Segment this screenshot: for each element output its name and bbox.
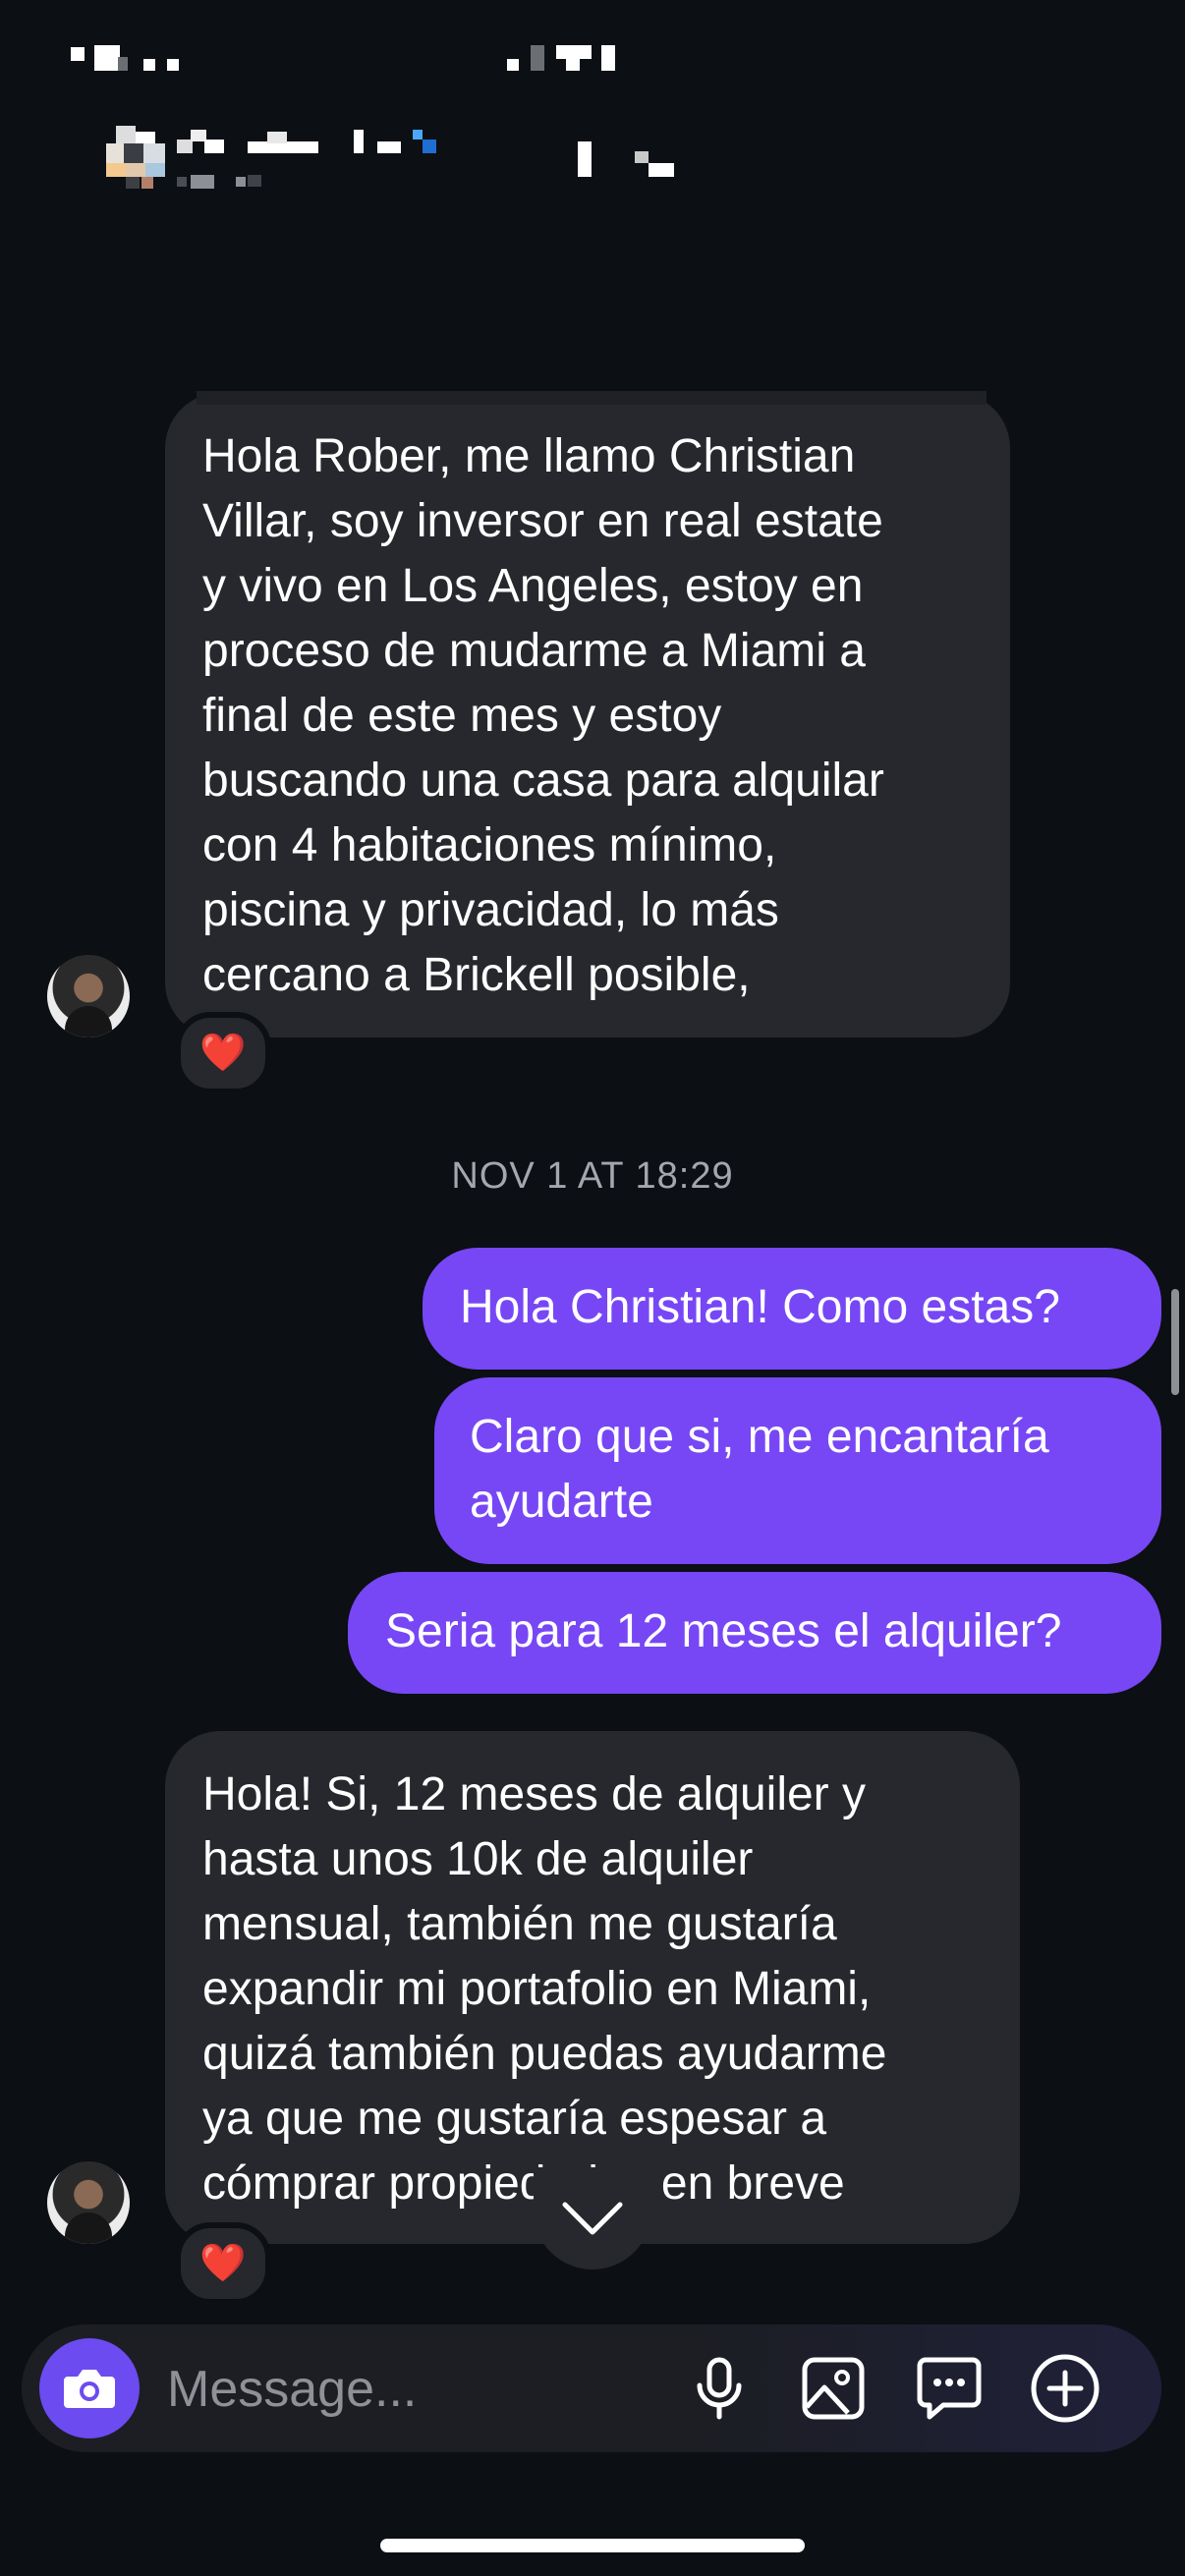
message-text-line: cercano a Brickell posible,	[202, 949, 751, 1001]
contact-subtitle-redacted	[177, 175, 265, 189]
camera-icon	[64, 2370, 115, 2408]
sender-avatar[interactable]	[47, 955, 130, 1037]
add-button[interactable]	[1026, 2349, 1104, 2428]
contact-name-redacted	[177, 130, 442, 155]
message-text-line: piscina y privacidad, lo más	[202, 884, 779, 936]
call-icon[interactable]	[578, 141, 592, 177]
message-text-line: buscando una casa para alquilar	[202, 755, 884, 807]
message-composer	[22, 2324, 1161, 2452]
heart-reaction-2[interactable]: ❤️	[175, 2222, 271, 2305]
outgoing-message-2[interactable]: Claro que si, me encantaría ayudarte	[434, 1377, 1161, 1564]
outgoing-message-3[interactable]: Seria para 12 meses el alquiler?	[348, 1572, 1161, 1694]
message-text-line: quizá también puedas ayudarme	[202, 2028, 887, 2080]
message-text-line: final de este mes y estoy	[202, 690, 722, 742]
message-text: Hola Christian! Como estas?	[460, 1281, 1060, 1333]
message-text: Hola! Si, 12 meses de alquiler y hasta un…	[202, 1763, 983, 2216]
video-call-icon[interactable]	[635, 151, 674, 177]
message-text-line: ya que me gustaría espesar a	[202, 2093, 827, 2145]
sticker-chat-button[interactable]	[910, 2349, 988, 2428]
message-text-line: mensual, también me gustaría	[202, 1898, 837, 1950]
message-text: Hola Rober, me llamo Christian Villar, so…	[202, 424, 973, 1008]
microphone-button[interactable]	[680, 2349, 759, 2428]
scrollbar[interactable]	[1171, 1289, 1179, 1395]
message-text-line: Hola Rober, me llamo Christian	[202, 430, 856, 482]
bubble-edge	[197, 391, 987, 405]
heart-reaction-1[interactable]: ❤️	[175, 1012, 271, 1094]
microphone-icon	[697, 2357, 742, 2420]
message-text-line: y vivo en Los Angeles, estoy en	[202, 560, 864, 612]
message-input[interactable]	[165, 2349, 680, 2430]
message-text-line: Hola! Si, 12 meses de alquiler y	[202, 1768, 866, 1820]
chevron-down-icon	[562, 2202, 623, 2235]
camera-button[interactable]	[39, 2338, 140, 2438]
message-text-line: con 4 habitaciones mínimo,	[202, 819, 777, 871]
home-indicator[interactable]	[380, 2539, 805, 2552]
message-text-line-1: Claro que si, me encantaría	[470, 1411, 1049, 1463]
gallery-icon	[802, 2357, 865, 2420]
message-timestamp: NOV 1 AT 18:29	[451, 1155, 734, 1197]
message-text-line: proceso de mudarme a Miami a	[202, 625, 866, 677]
sticker-chat-icon	[917, 2357, 982, 2420]
heart-icon: ❤️	[199, 1033, 247, 1074]
header-avatar[interactable]	[106, 126, 165, 189]
heart-icon: ❤️	[199, 2243, 247, 2284]
sender-avatar[interactable]	[47, 2161, 130, 2244]
scroll-to-bottom-button[interactable]	[534, 2167, 651, 2269]
message-text: Seria para 12 meses el alquiler?	[385, 1605, 1062, 1657]
outgoing-message-1[interactable]: Hola Christian! Como estas?	[423, 1248, 1161, 1370]
message-text-line: Villar, soy inversor en real estate	[202, 495, 883, 547]
message-text-line: expandir mi portafolio en Miami,	[202, 1963, 872, 2015]
incoming-message-1[interactable]: Hola Rober, me llamo Christian Villar, so…	[165, 393, 1010, 1037]
message-text-line-2: ayudarte	[470, 1476, 653, 1528]
gallery-button[interactable]	[794, 2349, 873, 2428]
message-text-line: hasta unos 10k de alquiler	[202, 1833, 754, 1885]
add-icon	[1031, 2354, 1100, 2423]
